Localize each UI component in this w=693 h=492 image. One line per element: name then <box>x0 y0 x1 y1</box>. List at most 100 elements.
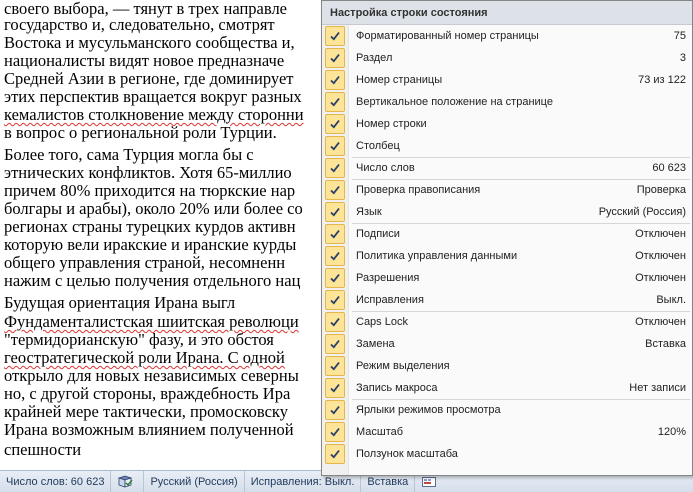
menu-item-value: Русский (Россия) <box>598 206 686 218</box>
menu-item-value: Нет записи <box>629 382 686 394</box>
menu-item-value: Отключен <box>635 228 686 240</box>
document-line: Более того, сама Турция могла бы с <box>4 145 254 164</box>
document-line: но, с другой стороны, враждебность Ира <box>4 384 291 403</box>
status-spellcheck[interactable] <box>111 471 145 492</box>
checkmark-icon <box>325 290 345 310</box>
document-line: которую вели иракские и иранские курды <box>4 235 297 254</box>
menu-item-label: Подписи <box>356 228 400 240</box>
menu-item-value: 60 623 <box>652 162 686 174</box>
spellcheck-book-icon <box>117 475 134 489</box>
menu-item-label: Форматированный номер страницы <box>356 30 539 42</box>
menu-item-value: Отключен <box>635 316 686 328</box>
menu-item-label: Ползунок масштаба <box>356 448 458 460</box>
menu-item[interactable]: Столбец <box>322 135 692 158</box>
menu-item[interactable]: Форматированный номер страницы 75 <box>322 25 692 47</box>
menu-item-value: 3 <box>679 52 686 64</box>
document-line: регионах страны турецких курдов активн <box>4 217 296 236</box>
status-bar-customize-menu[interactable]: Настройка строки состояния Форматированн… <box>321 0 693 476</box>
checkmark-icon <box>325 92 345 112</box>
checkmark-icon <box>325 224 345 244</box>
menu-item-label: Замена <box>356 338 395 350</box>
status-language[interactable]: Русский (Россия) <box>144 471 245 492</box>
document-line: спешности <box>4 440 82 459</box>
document-line: этих перспектив вращается вокруг разных <box>4 87 302 106</box>
document-line: причем 80% приходится на тюркские нар <box>4 181 296 200</box>
menu-item-label: Раздел <box>356 52 393 64</box>
menu-item[interactable]: Разрешения Отключен <box>322 267 692 289</box>
checkmark-icon <box>325 400 345 420</box>
document-line: Ирана возможным влиянием полученной <box>4 420 294 439</box>
menu-item[interactable]: Номер страницы 73 из 122 <box>322 69 692 91</box>
menu-items: Форматированный номер страницы 75 Раздел 3 Н… <box>322 25 692 465</box>
menu-item[interactable]: Раздел 3 <box>322 47 692 69</box>
status-insert-mode-label: Вставка <box>367 475 409 488</box>
menu-item[interactable]: Caps Lock Отключен <box>322 311 692 333</box>
checkmark-icon <box>325 334 345 354</box>
menu-item-label: Проверка правописания <box>356 184 481 196</box>
menu-item[interactable]: Исправления Выкл. <box>322 289 692 312</box>
menu-item[interactable]: Вертикальное положение на странице <box>322 91 692 113</box>
document-line: государство и, следовательно, смотрят <box>4 15 275 34</box>
menu-item[interactable]: Запись макроса Нет записи <box>322 377 692 400</box>
document-line: кемалистов столкновение между сторонни <box>4 105 304 124</box>
menu-item-label: Запись макроса <box>356 382 438 394</box>
checkmark-icon <box>325 378 345 398</box>
document-line: в вопрос о региональной роли Турции. <box>4 123 277 142</box>
menu-item[interactable]: Замена Вставка <box>322 333 692 355</box>
document-line: общего управления страной, несомненн <box>4 253 286 272</box>
menu-item[interactable]: Политика управления данными Отключен <box>322 245 692 267</box>
checkmark-icon <box>325 422 345 442</box>
menu-item-label: Вертикальное положение на странице <box>356 96 553 108</box>
menu-item[interactable]: Номер строки <box>322 113 692 135</box>
checkmark-icon <box>325 136 345 156</box>
document-line: открыло для новых независимых северны <box>4 366 299 385</box>
menu-item-label: Исправления <box>356 294 424 306</box>
status-word-count-label: Число слов: 60 623 <box>6 475 105 488</box>
document-line: Востока и мусульманского сообщества и, <box>4 33 295 52</box>
checkmark-icon <box>325 26 345 46</box>
checkmark-icon <box>325 246 345 266</box>
checkmark-icon <box>325 114 345 134</box>
document-line: "термидорианскую" фазу, и это обстоя <box>4 330 274 349</box>
menu-item-label: Caps Lock <box>356 316 408 328</box>
document-line: Средней Азии в регионе, где доминирует <box>4 69 294 88</box>
menu-item-value: Отключен <box>635 250 686 262</box>
menu-item-value: Отключен <box>635 272 686 284</box>
checkmark-icon <box>325 356 345 376</box>
document-line: крайней мере тактически, промосковску <box>4 402 288 421</box>
status-language-label: Русский (Россия) <box>150 475 238 488</box>
menu-item-value: 75 <box>673 30 686 42</box>
menu-item[interactable]: Язык Русский (Россия) <box>322 201 692 224</box>
menu-item[interactable]: Число слов 60 623 <box>322 157 692 180</box>
menu-item-value: 73 из 122 <box>638 74 686 86</box>
menu-item[interactable]: Проверка правописания Проверка <box>322 179 692 201</box>
menu-item-label: Число слов <box>356 162 415 174</box>
menu-item-label: Номер страницы <box>356 74 443 86</box>
menu-item-value: Вставка <box>645 338 686 350</box>
menu-item-label: Номер строки <box>356 118 427 130</box>
document-line: этнических конфликтов. Хотя 65-миллио <box>4 163 292 182</box>
menu-item-label: Политика управления данными <box>356 250 518 262</box>
menu-item[interactable]: Масштаб 120% <box>322 421 692 443</box>
checkmark-icon <box>325 444 345 464</box>
menu-item[interactable]: Ползунок масштаба <box>322 443 692 465</box>
checkmark-icon <box>325 48 345 68</box>
macro-record-icon <box>421 475 437 489</box>
menu-item[interactable]: Ярлыки режимов просмотра <box>322 399 692 421</box>
status-word-count[interactable]: Число слов: 60 623 <box>0 471 112 492</box>
document-line: Фундаменталистская шиитская революци <box>4 312 299 331</box>
menu-item[interactable]: Подписи Отключен <box>322 223 692 245</box>
checkmark-icon <box>325 180 345 200</box>
menu-item-label: Разрешения <box>356 272 420 284</box>
document-line: националисты видят новое предназначе <box>4 51 285 70</box>
menu-item[interactable]: Режим выделения <box>322 355 692 377</box>
document-line: болгары и арабы), около 20% или более со <box>4 199 303 218</box>
document-line: нажим с целью получения отдельного нац <box>4 271 301 290</box>
menu-item-label: Столбец <box>356 140 400 152</box>
menu-item-label: Масштаб <box>356 426 404 438</box>
checkmark-icon <box>325 268 345 288</box>
menu-item-value: 120% <box>657 426 686 438</box>
menu-item-value: Выкл. <box>656 294 686 306</box>
checkmark-icon <box>325 312 345 332</box>
menu-item-label: Язык <box>356 206 382 218</box>
